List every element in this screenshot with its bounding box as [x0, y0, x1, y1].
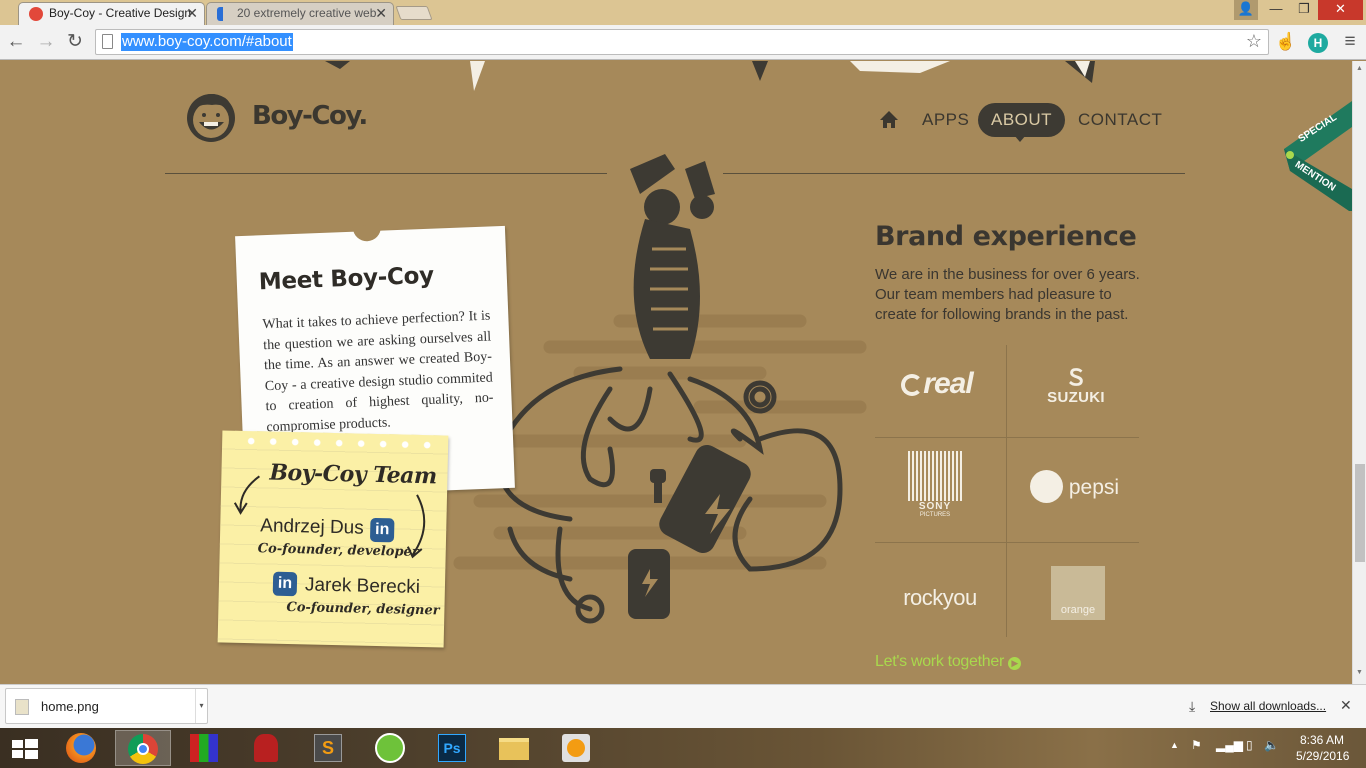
bookmark-star-icon[interactable]: ☆ — [1246, 31, 1262, 52]
network-signal-icon[interactable]: ▂▄▆ — [1216, 738, 1243, 752]
show-all-downloads-link[interactable]: Show all downloads... — [1210, 699, 1326, 713]
address-bar[interactable]: www.boy-coy.com/#about ☆ — [95, 29, 1269, 55]
url-text[interactable]: www.boy-coy.com/#about — [121, 33, 293, 51]
boy-coy-mascot-icon[interactable] — [184, 89, 238, 143]
scroll-up-icon[interactable]: ▲ — [1356, 65, 1363, 72]
tab-title: 20 extremely creative web — [237, 6, 377, 20]
special-mention-ribbon[interactable]: SPECIAL MENTION — [1280, 101, 1352, 213]
browser-toolbar: ← → ↻ www.boy-coy.com/#about ☆ ☝ H ≡ — [0, 25, 1366, 60]
nav-apps[interactable]: APPS — [922, 103, 969, 137]
chrome-icon[interactable] — [115, 730, 171, 766]
tab-strip: Boy-Coy - Creative Design ✕ 20 extremely… — [0, 0, 1366, 25]
minimize-button[interactable]: — — [1262, 0, 1290, 20]
chrome-menu-icon[interactable]: ≡ — [1338, 30, 1362, 54]
close-tab-icon[interactable]: ✕ — [375, 3, 387, 24]
suzuki-s-icon: Ｓ — [1064, 365, 1087, 390]
file-explorer-icon[interactable] — [486, 730, 542, 766]
sublime-text-icon[interactable]: S — [300, 730, 356, 766]
pepsi-globe-icon — [1030, 470, 1063, 503]
close-downloads-icon[interactable]: ✕ — [1340, 697, 1352, 714]
photoshop-icon[interactable]: Ps — [424, 730, 480, 766]
meet-description: What it takes to achieve perfection? It … — [262, 308, 494, 435]
home-icon[interactable] — [878, 109, 900, 131]
new-tab-button[interactable] — [395, 6, 433, 20]
logo-text[interactable]: Boy-Coy. — [252, 101, 368, 131]
battery-icon[interactable]: ▯ — [1246, 738, 1253, 752]
page-scrollbar[interactable]: ▲ ▼ — [1352, 61, 1366, 684]
orange-logo: orange — [1051, 566, 1105, 620]
back-arrow-icon[interactable]: ← — [4, 30, 28, 54]
download-item[interactable]: home.png ▾ — [5, 688, 208, 724]
user-profile-icon[interactable]: 👤 — [1234, 0, 1258, 20]
tab-title: Boy-Coy - Creative Design — [49, 6, 192, 20]
firefox-icon[interactable] — [54, 730, 110, 766]
close-window-button[interactable]: ✕ — [1318, 0, 1363, 20]
active-nav-pointer — [1014, 135, 1026, 142]
clock-time[interactable]: 8:36 AM — [1300, 733, 1344, 747]
download-filename: home.png — [41, 699, 99, 714]
meet-title: Meet Boy-Coy — [258, 262, 435, 296]
pepsi-logo: pepsi — [1030, 470, 1128, 503]
page-icon — [102, 34, 113, 49]
action-center-flag-icon[interactable]: ⚑ — [1191, 738, 1202, 752]
download-menu-chevron-icon[interactable]: ▾ — [195, 689, 207, 723]
scrollbar-thumb[interactable] — [1355, 464, 1365, 562]
curved-arrows-decoration — [233, 475, 426, 559]
sony-pictures-logo: SONY PICTURES — [908, 451, 962, 518]
green-app-icon[interactable] — [362, 730, 418, 766]
member-role: Co-founder, designer — [286, 599, 440, 619]
spiral-holes — [240, 436, 441, 450]
volume-icon[interactable]: 🔈 — [1264, 738, 1279, 752]
tray-expand-icon[interactable]: ▲ — [1170, 740, 1179, 750]
real-swirl-icon — [901, 374, 924, 396]
red-app-icon[interactable] — [238, 730, 294, 766]
brand-experience-text: We are in the business for over 6 years.… — [875, 266, 1140, 323]
restore-button[interactable]: ❐ — [1292, 0, 1316, 20]
windows-taskbar: S Ps ▲ ⚑ ▂▄▆ ▯ 🔈 8:36 AM 5/29/2016 — [0, 728, 1366, 768]
media-player-icon[interactable] — [548, 730, 604, 766]
logo-grid-vline — [1006, 345, 1007, 637]
tab-creative-web[interactable]: 20 extremely creative web ✕ — [206, 2, 394, 25]
nav-about[interactable]: ABOUT — [978, 103, 1066, 137]
logo-grid-hline — [875, 437, 1139, 438]
profile-avatar[interactable]: H — [1306, 30, 1330, 54]
download-icon: ⤓ — [1189, 698, 1196, 714]
logo-grid-hline — [875, 542, 1139, 543]
lets-work-together-link[interactable]: Let's work together ▶ — [875, 653, 1022, 671]
forward-arrow-icon[interactable]: → — [34, 30, 58, 54]
tab-boy-coy[interactable]: Boy-Coy - Creative Design ✕ — [18, 2, 205, 25]
arrow-circle-icon: ▶ — [1008, 657, 1022, 670]
sony-bars-icon — [908, 451, 962, 501]
scroll-down-icon[interactable]: ▼ — [1356, 669, 1363, 676]
close-tab-icon[interactable]: ✕ — [186, 3, 198, 24]
page-content: Boy-Coy. APPS ABOUT CONTACT SPECIAL MENT… — [0, 61, 1352, 684]
rockyou-logo: rockyou — [903, 585, 977, 610]
robot-arm-illustration — [496, 154, 843, 624]
winrar-icon[interactable] — [176, 730, 232, 766]
team-card: Boy-Coy Team Andrzej Dus in Co-founder, … — [217, 430, 449, 648]
real-logo: real — [892, 367, 982, 401]
clock-date[interactable]: 5/29/2016 — [1296, 749, 1349, 763]
boy-coy-favicon-icon — [29, 7, 43, 21]
file-icon — [15, 699, 29, 715]
reload-icon[interactable]: ↻ — [63, 30, 87, 54]
windows-start-icon[interactable] — [0, 730, 50, 766]
extension-hand-icon[interactable]: ☝ — [1274, 30, 1298, 54]
card-notch — [352, 224, 382, 242]
nav-contact[interactable]: CONTACT — [1078, 103, 1162, 137]
brand-experience-title: Brand experience — [875, 221, 1137, 252]
suzuki-logo: Ｓ SUZUKI — [1040, 365, 1112, 407]
web-favicon-icon — [217, 7, 223, 21]
downloads-bar: home.png ▾ ⤓ Show all downloads... ✕ — [0, 684, 1366, 728]
